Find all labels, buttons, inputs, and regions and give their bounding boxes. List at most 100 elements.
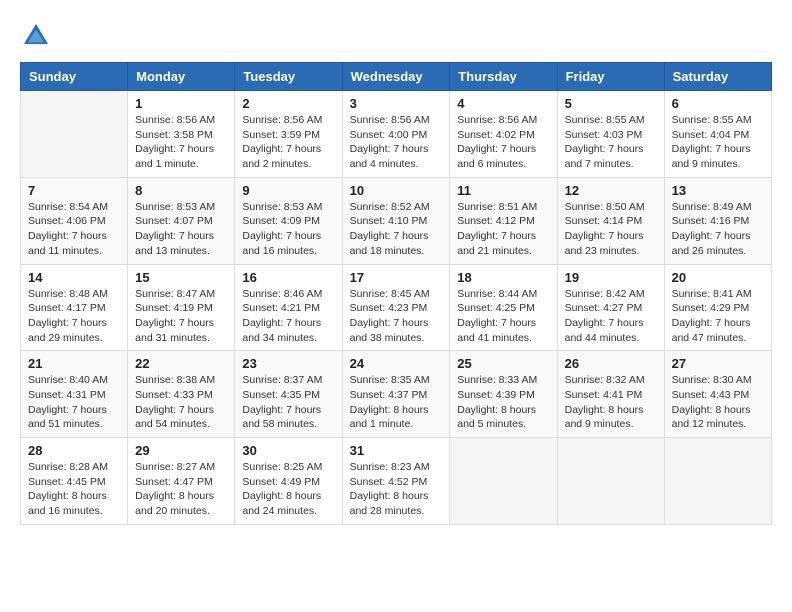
day-cell: 15Sunrise: 8:47 AM Sunset: 4:19 PM Dayli…: [128, 264, 235, 351]
day-info: Sunrise: 8:50 AM Sunset: 4:14 PM Dayligh…: [565, 200, 657, 259]
logo-icon: [20, 20, 52, 52]
day-info: Sunrise: 8:56 AM Sunset: 3:58 PM Dayligh…: [135, 113, 227, 172]
weekday-header-friday: Friday: [557, 63, 664, 91]
week-row-3: 14 Sunrise: 8:48 AM Sunset: 4:17 PM Dayli…: [21, 264, 772, 351]
weekday-header-saturday: Saturday: [664, 63, 771, 91]
day-info: Sunrise: 8:46 AM Sunset: 4:21 PM Dayligh…: [242, 287, 334, 346]
week-row-1: 1 Sunrise: 8:56 AM Sunset: 3:58 PM Daylig…: [21, 91, 772, 178]
day-info: Sunrise: 8:41 AM Sunset: 4:29 PM Dayligh…: [672, 287, 764, 346]
weekday-header-row: SundayMondayTuesdayWednesdayThursdayFrid…: [21, 63, 772, 91]
day-info: Sunrise: 8:56 AM Sunset: 4:02 PM Dayligh…: [457, 113, 549, 172]
day-cell: 8 Sunrise: 8:53 AM Sunset: 4:07 PM Daylig…: [128, 177, 235, 264]
day-cell: 10 Sunrise: 8:52 AM Sunset: 4:10 PM Dayli…: [342, 177, 450, 264]
day-info: Sunrise: 8:45 AM Sunset: 4:23 PM Dayligh…: [350, 287, 443, 346]
day-info: Sunrise: 8:28 AM Sunset: 4:45 PM Dayligh…: [28, 460, 120, 519]
day-info: Sunrise: 8:53 AM Sunset: 4:09 PM Dayligh…: [242, 200, 334, 259]
week-row-2: 7 Sunrise: 8:54 AM Sunset: 4:06 PM Daylig…: [21, 177, 772, 264]
day-number: 14: [28, 270, 120, 285]
day-cell: 31 Sunrise: 8:23 AM Sunset: 4:52 PM Dayli…: [342, 438, 450, 525]
day-info: Sunrise: 8:44 AM Sunset: 4:25 PM Dayligh…: [457, 287, 549, 346]
day-cell: 11Sunrise: 8:51 AM Sunset: 4:12 PM Dayli…: [450, 177, 557, 264]
day-number: 6: [672, 96, 764, 111]
day-info: Sunrise: 8:51 AM Sunset: 4:12 PM Dayligh…: [457, 200, 549, 259]
weekday-header-monday: Monday: [128, 63, 235, 91]
day-cell: 27Sunrise: 8:30 AM Sunset: 4:43 PM Dayli…: [664, 351, 771, 438]
day-number: 10: [350, 183, 443, 198]
day-info: Sunrise: 8:42 AM Sunset: 4:27 PM Dayligh…: [565, 287, 657, 346]
calendar-table: SundayMondayTuesdayWednesdayThursdayFrid…: [20, 62, 772, 525]
day-number: 1: [135, 96, 227, 111]
day-cell: 22 Sunrise: 8:38 AM Sunset: 4:33 PM Dayli…: [128, 351, 235, 438]
day-number: 25: [457, 356, 549, 371]
day-cell: 24 Sunrise: 8:35 AM Sunset: 4:37 PM Dayli…: [342, 351, 450, 438]
day-number: 17: [350, 270, 443, 285]
day-info: Sunrise: 8:27 AM Sunset: 4:47 PM Dayligh…: [135, 460, 227, 519]
day-cell: [450, 438, 557, 525]
page-header: [20, 20, 772, 52]
day-number: 31: [350, 443, 443, 458]
day-number: 8: [135, 183, 227, 198]
day-number: 28: [28, 443, 120, 458]
day-cell: [21, 91, 128, 178]
week-row-4: 21Sunrise: 8:40 AM Sunset: 4:31 PM Dayli…: [21, 351, 772, 438]
day-number: 16: [242, 270, 334, 285]
day-info: Sunrise: 8:40 AM Sunset: 4:31 PM Dayligh…: [28, 373, 120, 432]
day-info: Sunrise: 8:56 AM Sunset: 4:00 PM Dayligh…: [350, 113, 443, 172]
day-cell: 21Sunrise: 8:40 AM Sunset: 4:31 PM Dayli…: [21, 351, 128, 438]
day-number: 19: [565, 270, 657, 285]
day-cell: 6 Sunrise: 8:55 AM Sunset: 4:04 PM Daylig…: [664, 91, 771, 178]
day-info: Sunrise: 8:52 AM Sunset: 4:10 PM Dayligh…: [350, 200, 443, 259]
day-number: 23: [242, 356, 334, 371]
day-info: Sunrise: 8:54 AM Sunset: 4:06 PM Dayligh…: [28, 200, 120, 259]
day-cell: 3 Sunrise: 8:56 AM Sunset: 4:00 PM Daylig…: [342, 91, 450, 178]
day-cell: 13Sunrise: 8:49 AM Sunset: 4:16 PM Dayli…: [664, 177, 771, 264]
day-cell: 23 Sunrise: 8:37 AM Sunset: 4:35 PM Dayli…: [235, 351, 342, 438]
day-cell: 25 Sunrise: 8:33 AM Sunset: 4:39 PM Dayli…: [450, 351, 557, 438]
day-cell: 12 Sunrise: 8:50 AM Sunset: 4:14 PM Dayli…: [557, 177, 664, 264]
day-number: 7: [28, 183, 120, 198]
day-cell: 7 Sunrise: 8:54 AM Sunset: 4:06 PM Daylig…: [21, 177, 128, 264]
day-info: Sunrise: 8:33 AM Sunset: 4:39 PM Dayligh…: [457, 373, 549, 432]
day-number: 2: [242, 96, 334, 111]
day-cell: 19 Sunrise: 8:42 AM Sunset: 4:27 PM Dayli…: [557, 264, 664, 351]
day-info: Sunrise: 8:30 AM Sunset: 4:43 PM Dayligh…: [672, 373, 764, 432]
day-cell: 5 Sunrise: 8:55 AM Sunset: 4:03 PM Daylig…: [557, 91, 664, 178]
day-number: 3: [350, 96, 443, 111]
day-cell: [664, 438, 771, 525]
day-info: Sunrise: 8:55 AM Sunset: 4:04 PM Dayligh…: [672, 113, 764, 172]
day-cell: 2 Sunrise: 8:56 AM Sunset: 3:59 PM Daylig…: [235, 91, 342, 178]
day-number: 15: [135, 270, 227, 285]
day-cell: 28 Sunrise: 8:28 AM Sunset: 4:45 PM Dayli…: [21, 438, 128, 525]
day-number: 9: [242, 183, 334, 198]
day-info: Sunrise: 8:23 AM Sunset: 4:52 PM Dayligh…: [350, 460, 443, 519]
day-number: 24: [350, 356, 443, 371]
day-info: Sunrise: 8:53 AM Sunset: 4:07 PM Dayligh…: [135, 200, 227, 259]
day-info: Sunrise: 8:56 AM Sunset: 3:59 PM Dayligh…: [242, 113, 334, 172]
day-number: 4: [457, 96, 549, 111]
day-info: Sunrise: 8:35 AM Sunset: 4:37 PM Dayligh…: [350, 373, 443, 432]
day-cell: 14 Sunrise: 8:48 AM Sunset: 4:17 PM Dayli…: [21, 264, 128, 351]
day-info: Sunrise: 8:25 AM Sunset: 4:49 PM Dayligh…: [242, 460, 334, 519]
day-info: Sunrise: 8:38 AM Sunset: 4:33 PM Dayligh…: [135, 373, 227, 432]
day-cell: 4 Sunrise: 8:56 AM Sunset: 4:02 PM Daylig…: [450, 91, 557, 178]
weekday-header-thursday: Thursday: [450, 63, 557, 91]
day-info: Sunrise: 8:55 AM Sunset: 4:03 PM Dayligh…: [565, 113, 657, 172]
day-number: 29: [135, 443, 227, 458]
weekday-header-wednesday: Wednesday: [342, 63, 450, 91]
day-info: Sunrise: 8:37 AM Sunset: 4:35 PM Dayligh…: [242, 373, 334, 432]
logo: [20, 20, 56, 52]
week-row-5: 28 Sunrise: 8:28 AM Sunset: 4:45 PM Dayli…: [21, 438, 772, 525]
day-number: 30: [242, 443, 334, 458]
day-info: Sunrise: 8:32 AM Sunset: 4:41 PM Dayligh…: [565, 373, 657, 432]
day-cell: 29 Sunrise: 8:27 AM Sunset: 4:47 PM Dayli…: [128, 438, 235, 525]
day-number: 12: [565, 183, 657, 198]
day-info: Sunrise: 8:48 AM Sunset: 4:17 PM Dayligh…: [28, 287, 120, 346]
day-cell: [557, 438, 664, 525]
day-number: 22: [135, 356, 227, 371]
weekday-header-sunday: Sunday: [21, 63, 128, 91]
day-cell: 20Sunrise: 8:41 AM Sunset: 4:29 PM Dayli…: [664, 264, 771, 351]
day-number: 5: [565, 96, 657, 111]
weekday-header-tuesday: Tuesday: [235, 63, 342, 91]
day-number: 26: [565, 356, 657, 371]
day-cell: 17 Sunrise: 8:45 AM Sunset: 4:23 PM Dayli…: [342, 264, 450, 351]
